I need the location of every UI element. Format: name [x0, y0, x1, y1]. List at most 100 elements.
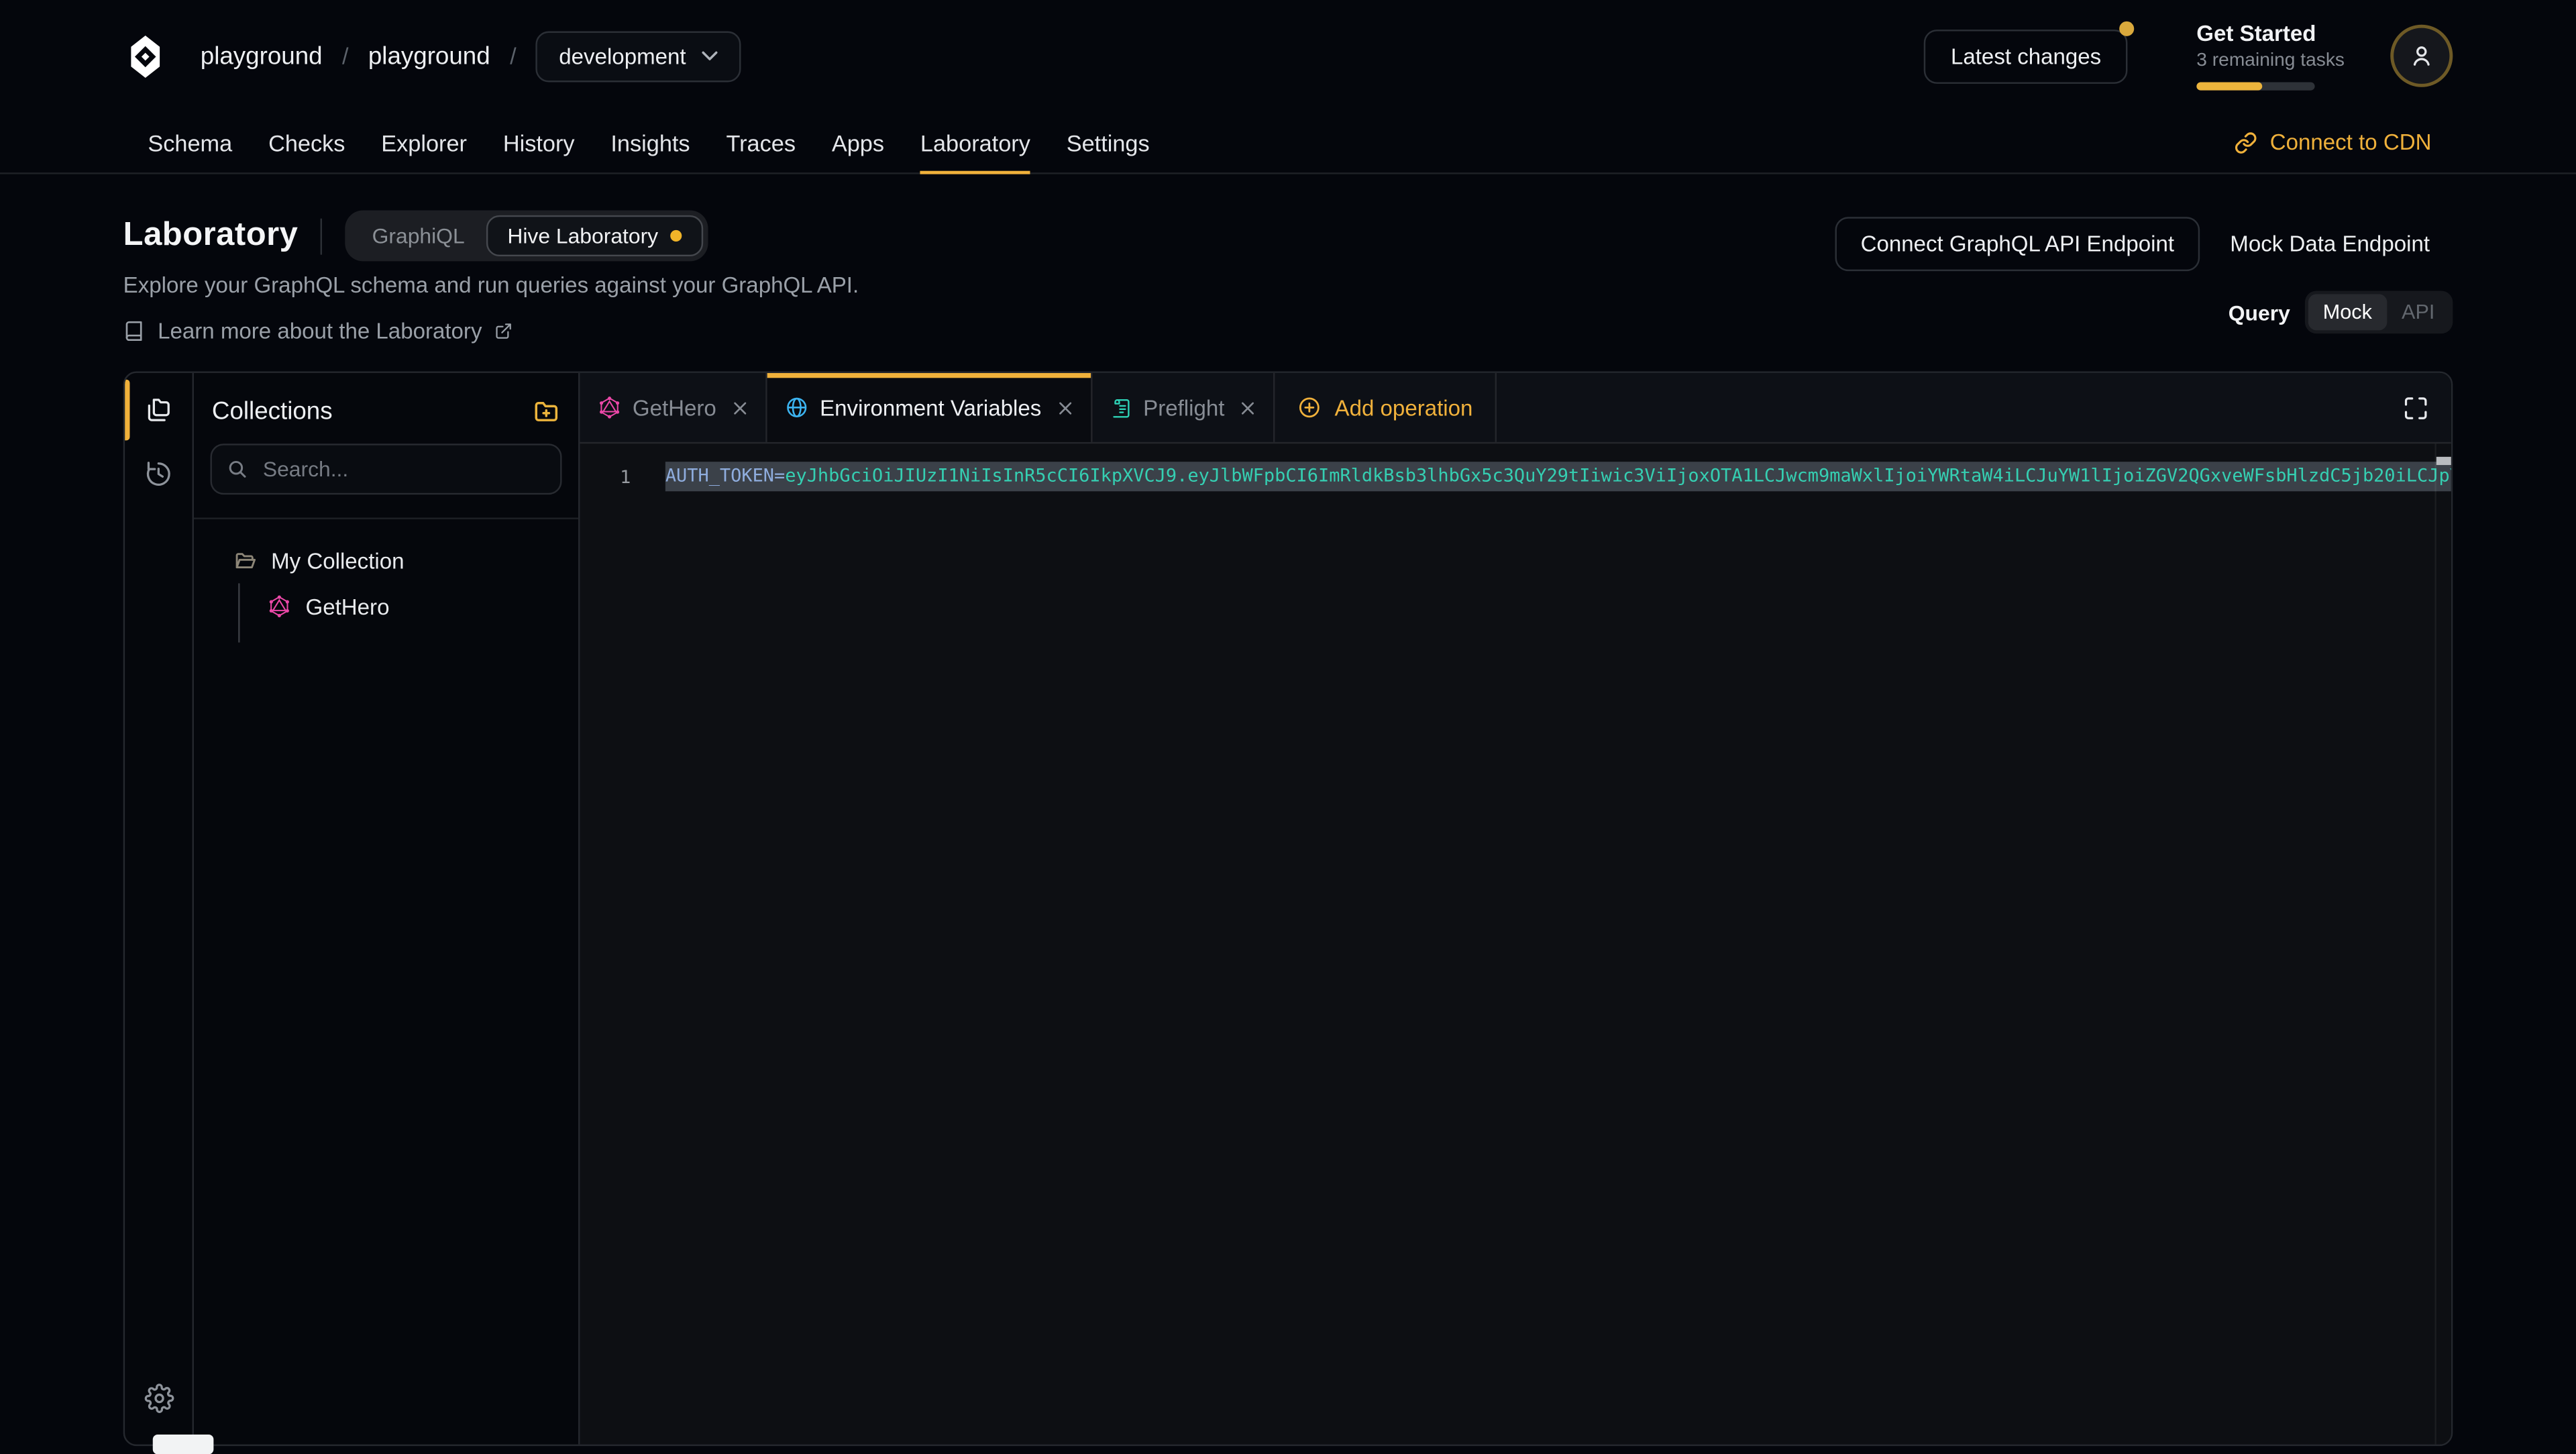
nav-tab-traces[interactable]: Traces — [726, 112, 796, 173]
tab-environment-variables[interactable]: Environment Variables — [767, 373, 1092, 442]
lab-mode-toggle: GraphiQL Hive Laboratory — [345, 210, 707, 261]
main-nav: Schema Checks Explorer History Insights … — [0, 112, 2576, 174]
link-icon — [2234, 131, 2257, 154]
operation-label: GetHero — [306, 594, 390, 619]
mock-endpoint-button[interactable]: Mock Data Endpoint — [2207, 219, 2453, 270]
mode-option-hive-laboratory[interactable]: Hive Laboratory — [486, 215, 703, 256]
avatar[interactable] — [2390, 25, 2453, 87]
notification-dot-icon — [2119, 21, 2134, 36]
editor-scrollbar[interactable] — [2434, 444, 2451, 1444]
close-icon[interactable] — [733, 400, 747, 415]
page-title: Laboratory — [123, 217, 299, 254]
nav-tab-explorer[interactable]: Explorer — [381, 112, 467, 173]
breadcrumb-org[interactable]: playground — [201, 42, 323, 70]
gear-icon — [144, 1383, 173, 1412]
nav-tab-laboratory[interactable]: Laboratory — [920, 112, 1030, 173]
folder-open-icon — [233, 548, 258, 573]
get-started-title: Get Started — [2196, 21, 2321, 46]
external-link-icon — [495, 322, 513, 340]
header-actions: Latest changes Get Started 3 remaining t… — [1925, 21, 2453, 91]
hive-logo-icon[interactable] — [123, 34, 168, 78]
breadcrumb-separator: / — [339, 43, 352, 69]
script-icon — [1110, 397, 1132, 418]
mode-option-graphiql[interactable]: GraphiQL — [351, 215, 486, 256]
laboratory-panel: Collections — [123, 371, 2453, 1446]
get-started-widget[interactable]: Get Started 3 remaining tasks — [2196, 21, 2321, 91]
learn-more-link[interactable]: Learn more about the Laboratory — [123, 319, 513, 344]
search-input[interactable] — [260, 455, 545, 483]
page-header: Laboratory GraphiQL Hive Laboratory Expl… — [0, 174, 2576, 344]
token-equals: = — [774, 465, 785, 486]
close-icon[interactable] — [1241, 400, 1256, 415]
collections-title: Collections — [212, 398, 333, 426]
collections-panel: Collections — [194, 373, 580, 1445]
collections-tree: My Collection — [194, 519, 578, 1445]
folder-plus-icon — [532, 398, 560, 426]
nav-tab-insights[interactable]: Insights — [610, 112, 690, 173]
get-started-progress-fill — [2196, 82, 2261, 90]
code-line-selected[interactable]: AUTH_TOKEN=eyJhbGciOiJIUzI1NiIsInR5cCI6I… — [665, 462, 2451, 491]
tab-label: Environment Variables — [820, 395, 1041, 420]
connect-endpoint-button[interactable]: Connect GraphQL API Endpoint — [1834, 217, 2200, 271]
query-mode-mock[interactable]: Mock — [2308, 294, 2387, 330]
target-selector[interactable]: development — [536, 30, 740, 81]
page-header-right: Connect GraphQL API Endpoint Mock Data E… — [1834, 217, 2453, 344]
fullscreen-icon — [2403, 395, 2428, 420]
query-label: Query — [2229, 300, 2290, 325]
user-icon — [2408, 43, 2434, 69]
nav-tab-checks[interactable]: Checks — [268, 112, 345, 173]
query-mode-row: Query Mock API — [2229, 291, 2453, 333]
sidebar-icon-strip — [125, 373, 194, 1445]
token-value: eyJhbGciOiJIUzI1NiIsInR5cCI6IkpXVCJ9.eyJ… — [785, 465, 2451, 486]
top-header: playground / playground / development La… — [0, 0, 2576, 112]
tab-label: Preflight — [1143, 395, 1224, 420]
tab-label: GetHero — [633, 395, 716, 420]
bottom-left-popup — [153, 1435, 214, 1454]
yellow-dot-icon — [669, 230, 681, 242]
add-operation-button[interactable]: Add operation — [1275, 373, 1497, 442]
scrollbar-thumb[interactable] — [2436, 457, 2451, 465]
mode-option-label: Hive Laboratory — [507, 223, 658, 248]
new-collection-button[interactable] — [532, 398, 560, 426]
tab-gethero[interactable]: GetHero — [580, 373, 767, 442]
breadcrumb-separator: / — [506, 43, 519, 69]
page-header-left: Laboratory GraphiQL Hive Laboratory Expl… — [123, 210, 859, 343]
query-mode-api[interactable]: API — [2387, 294, 2449, 330]
breadcrumb: playground / playground / development — [123, 30, 741, 81]
settings-strip-button[interactable] — [125, 1365, 192, 1430]
learn-more-label: Learn more about the Laboratory — [158, 319, 482, 344]
connect-cdn-label: Connect to CDN — [2270, 129, 2432, 154]
query-mode-toggle: Mock API — [2305, 291, 2453, 333]
get-started-subtitle: 3 remaining tasks — [2196, 51, 2321, 70]
latest-changes-wrap: Latest changes — [1925, 29, 2128, 83]
collection-folder-label: My Collection — [271, 548, 404, 573]
nav-tab-apps[interactable]: Apps — [832, 112, 884, 173]
tab-preflight[interactable]: Preflight — [1092, 373, 1275, 442]
page-description: Explore your GraphQL schema and run quer… — [123, 273, 859, 298]
add-operation-label: Add operation — [1335, 395, 1473, 420]
tree-indent-line — [238, 583, 239, 642]
close-icon[interactable] — [1058, 400, 1073, 415]
token-key: AUTH_TOKEN — [665, 465, 774, 486]
breadcrumb-project[interactable]: playground — [368, 42, 490, 70]
collections-strip-button[interactable] — [125, 378, 192, 442]
connect-cdn-link[interactable]: Connect to CDN — [2234, 129, 2432, 154]
env-variables-editor[interactable]: 1 AUTH_TOKEN=eyJhbGciOiJIUzI1NiIsInR5cCI… — [580, 444, 2451, 1444]
fullscreen-button[interactable] — [2379, 373, 2451, 442]
collections-search[interactable] — [210, 444, 561, 495]
latest-changes-button[interactable]: Latest changes — [1925, 29, 2128, 83]
target-selector-value: development — [559, 44, 686, 68]
collection-folder-row[interactable]: My Collection — [194, 542, 578, 578]
graphql-icon — [598, 396, 621, 419]
history-icon — [143, 458, 174, 490]
chevron-down-icon — [701, 51, 717, 61]
editor-tabbar: GetHero Environment Variables — [580, 373, 2451, 444]
nav-tab-settings[interactable]: Settings — [1067, 112, 1150, 173]
nav-tab-history[interactable]: History — [503, 112, 575, 173]
history-strip-button[interactable] — [125, 442, 192, 507]
title-divider — [321, 217, 323, 254]
collections-icon — [143, 395, 174, 426]
nav-items: Schema Checks Explorer History Insights … — [148, 112, 1149, 173]
operation-row-gethero[interactable]: GetHero — [194, 586, 578, 626]
nav-tab-schema[interactable]: Schema — [148, 112, 232, 173]
